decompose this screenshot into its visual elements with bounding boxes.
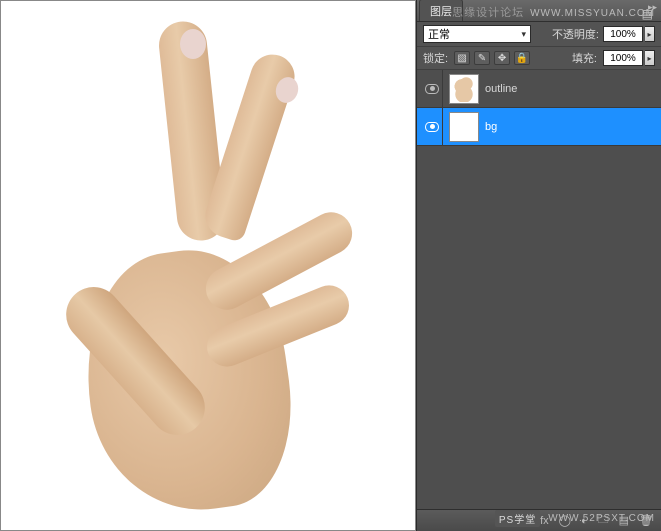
lock-transparent-icon[interactable]: ▧ [454, 51, 470, 65]
watermark-bottom: PS学堂 WWW.52PSXT.COM [495, 510, 655, 527]
fill-input[interactable]: 100% ▸ [603, 50, 655, 66]
chevron-down-icon: ▸ [645, 26, 655, 42]
document-canvas[interactable] [0, 0, 416, 531]
hand-image [28, 21, 388, 511]
watermark-title: 思缘设计论坛 [452, 4, 524, 20]
chevron-down-icon: ▸ [645, 50, 655, 66]
lock-all-icon[interactable]: 🔒 [514, 51, 530, 65]
layer-name: bg [485, 121, 497, 133]
chevron-down-icon: ▾ [521, 29, 526, 40]
watermark-top: 思缘设计论坛 WWW.MISSYUAN.COM [452, 4, 655, 20]
fill-label: 填充: [572, 50, 597, 66]
visibility-toggle[interactable] [421, 70, 443, 107]
lock-position-icon[interactable]: ✥ [494, 51, 510, 65]
layer-name: outline [485, 83, 517, 95]
visibility-toggle[interactable] [421, 108, 443, 145]
eye-icon [425, 84, 439, 94]
blend-mode-select[interactable]: 正常 ▾ [423, 25, 531, 43]
blend-opacity-row: 正常 ▾ 不透明度: 100% ▸ [417, 22, 661, 47]
layers-panel: ▸▸ 图层 ▤ 正常 ▾ 不透明度: 100% ▸ 锁定: ▧ ✎ ✥ 🔒 填充… [416, 0, 661, 531]
layer-row[interactable]: outline [417, 70, 661, 108]
watermark-url: WWW.52PSXT.COM [548, 513, 655, 524]
lock-fill-row: 锁定: ▧ ✎ ✥ 🔒 填充: 100% ▸ [417, 47, 661, 70]
watermark-url: WWW.MISSYUAN.COM [530, 8, 655, 19]
layer-row[interactable]: bg [417, 108, 661, 146]
opacity-label: 不透明度: [552, 26, 599, 42]
lock-label: 锁定: [423, 50, 448, 66]
watermark-badge: PS学堂 [495, 510, 540, 527]
eye-icon [425, 122, 439, 132]
layer-thumbnail[interactable] [449, 74, 479, 104]
lock-pixels-icon[interactable]: ✎ [474, 51, 490, 65]
layer-thumbnail[interactable] [449, 112, 479, 142]
fill-value: 100% [603, 50, 643, 66]
opacity-value: 100% [603, 26, 643, 42]
layers-list: outline bg [417, 70, 661, 509]
blend-mode-value: 正常 [428, 26, 450, 42]
opacity-input[interactable]: 100% ▸ [603, 26, 655, 42]
lock-icons-group: ▧ ✎ ✥ 🔒 [454, 51, 530, 65]
